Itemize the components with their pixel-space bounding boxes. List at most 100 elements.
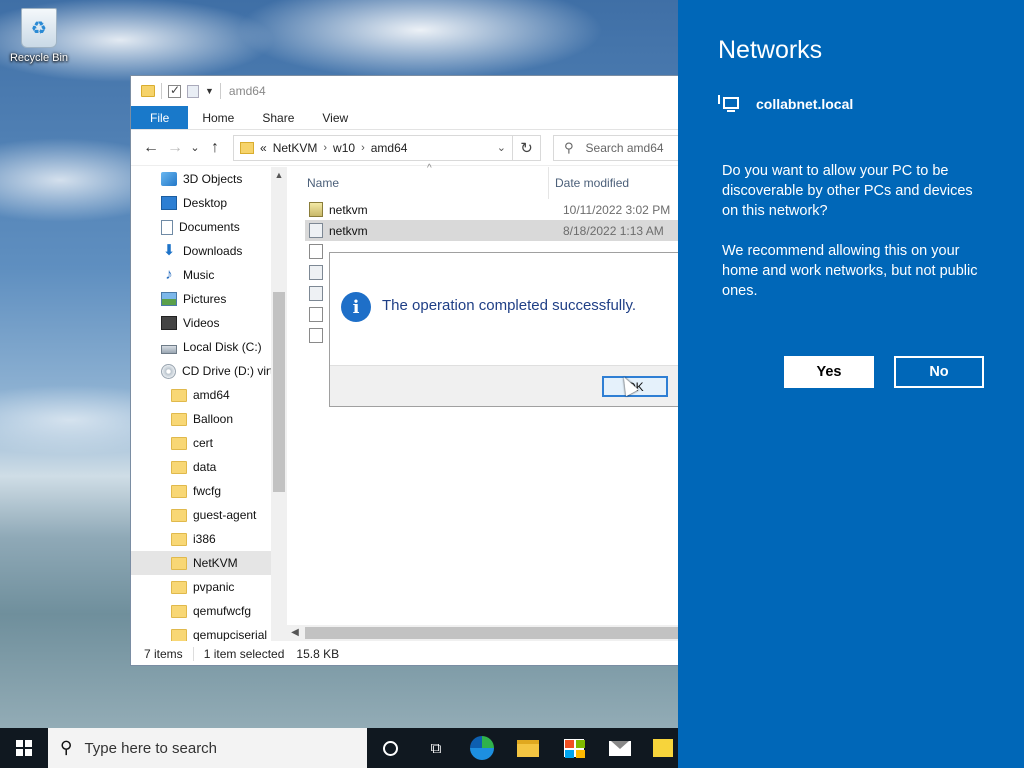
tab-share[interactable]: Share — [248, 106, 308, 129]
dialog-message: The operation completed successfully. — [382, 297, 637, 314]
cortana-button[interactable] — [367, 728, 413, 768]
folder-icon — [240, 141, 254, 154]
nav-item-desktop[interactable]: Desktop — [131, 191, 287, 215]
nav-folder-cert[interactable]: cert — [131, 431, 287, 455]
nav-folder-label: fwcfg — [193, 484, 222, 498]
nav-folder-pvpanic[interactable]: pvpanic — [131, 575, 287, 599]
customize-toolbar-icon[interactable]: ▼ — [205, 86, 214, 96]
breadcrumb-netkvm[interactable]: NetKVM — [273, 141, 318, 155]
network-entry: collabnet.local — [718, 95, 853, 113]
nav-folder-fwcfg[interactable]: fwcfg — [131, 479, 287, 503]
folder-icon — [171, 436, 187, 450]
file-icon — [309, 244, 323, 259]
nav-folder-label: pvpanic — [193, 580, 235, 594]
scrollbar-thumb[interactable] — [305, 627, 678, 639]
task-view-button[interactable]: ⧉ — [413, 728, 459, 768]
start-button[interactable] — [0, 728, 48, 768]
breadcrumb-overflow[interactable]: « — [260, 141, 267, 155]
mail-button[interactable] — [597, 728, 643, 768]
folder-icon — [171, 508, 187, 522]
discoverable-question: Do you want to allow your PC to be disco… — [722, 163, 973, 219]
refresh-button[interactable]: ↻ — [513, 134, 541, 161]
chevron-right-icon[interactable]: › — [323, 142, 327, 154]
scrollbar-thumb[interactable] — [273, 292, 285, 492]
folder-icon — [171, 604, 187, 618]
nav-folder-amd64[interactable]: amd64 — [131, 383, 287, 407]
networks-flyout: Networks collabnet.local Do you want to … — [678, 0, 1024, 768]
nav-item-downloads[interactable]: ⬇ Downloads — [131, 239, 287, 263]
nav-folder-label: NetKVM — [193, 556, 238, 570]
nav-folder-i386[interactable]: i386 — [131, 527, 287, 551]
chevron-up-icon[interactable]: ▲ — [271, 167, 287, 183]
recycle-bin-label: Recycle Bin — [9, 52, 69, 64]
nav-folder-balloon[interactable]: Balloon — [131, 407, 287, 431]
nav-folder-label: data — [193, 460, 217, 474]
nav-folder-netkvm[interactable]: NetKVM — [131, 551, 287, 575]
tab-file[interactable]: File — [131, 106, 189, 129]
store-button[interactable] — [551, 728, 597, 768]
navigation-pane: 3D Objects Desktop Documents ⬇ Downloads … — [131, 167, 287, 641]
recent-locations-button[interactable]: ⌄ — [187, 136, 203, 160]
folder-icon — [171, 412, 187, 426]
new-folder-icon[interactable] — [187, 84, 199, 98]
taskbar-search-box[interactable]: ⚲ Type here to search — [48, 728, 367, 768]
folder-icon — [171, 580, 187, 594]
nav-folder-label: amd64 — [193, 388, 230, 402]
column-name[interactable]: Name — [287, 176, 548, 190]
arrow-right-icon: → — [167, 138, 183, 156]
search-input[interactable]: ⚲ Search amd64 — [553, 134, 678, 161]
nav-item-cd-drive[interactable]: CD Drive (D:) virt — [131, 359, 287, 383]
nav-item-label: Videos — [183, 316, 220, 330]
local-disk-icon — [161, 344, 177, 354]
ribbon-tabs: File Home Share View — [131, 106, 678, 130]
forward-button[interactable]: → — [163, 136, 187, 160]
documents-icon — [161, 219, 173, 235]
sticky-notes-button[interactable] — [643, 728, 673, 768]
file-row[interactable]: netkvm 10/11/2022 3:02 PM — [305, 199, 678, 220]
mail-icon — [609, 740, 631, 756]
file-row-selected[interactable]: netkvm 8/18/2022 1:13 AM — [305, 220, 678, 241]
tab-view[interactable]: View — [308, 106, 362, 129]
nav-folder-qemupciserial[interactable]: qemupciserial — [131, 623, 287, 641]
horizontal-scrollbar[interactable]: ◀ — [287, 625, 678, 641]
nav-folder-guest-agent[interactable]: guest-agent — [131, 503, 287, 527]
tab-home[interactable]: Home — [188, 106, 248, 129]
chevron-right-icon[interactable]: › — [361, 142, 365, 154]
discoverable-recommendation: We recommend allowing this on your home … — [722, 243, 978, 299]
nav-item-videos[interactable]: Videos — [131, 311, 287, 335]
nav-item-documents[interactable]: Documents — [131, 215, 287, 239]
nav-scrollbar[interactable]: ▲ — [271, 167, 287, 641]
sort-ascending-icon: ^ — [427, 163, 432, 174]
up-button[interactable]: ↑ — [203, 136, 227, 160]
nav-item-3d-objects[interactable]: 3D Objects — [131, 167, 287, 191]
chevron-down-icon[interactable]: ⌄ — [497, 141, 506, 154]
settings-file-icon — [309, 265, 323, 280]
nav-item-label: Pictures — [183, 292, 227, 306]
network-name: collabnet.local — [756, 96, 854, 112]
nav-folder-data[interactable]: data — [131, 455, 287, 479]
edge-button[interactable] — [459, 728, 505, 768]
nav-item-label: Downloads — [183, 244, 243, 258]
toolbar-divider — [219, 83, 221, 99]
yes-button[interactable]: Yes — [784, 356, 874, 388]
windows-logo-icon — [16, 740, 32, 756]
nav-item-pictures[interactable]: Pictures — [131, 287, 287, 311]
chevron-left-icon[interactable]: ◀ — [287, 625, 303, 641]
back-button[interactable]: ← — [139, 136, 163, 160]
flyout-title: Networks — [718, 36, 823, 64]
file-icon — [309, 307, 323, 322]
nav-item-music[interactable]: ♪ Music — [131, 263, 287, 287]
nav-folder-qemufwcfg[interactable]: qemufwcfg — [131, 599, 287, 623]
breadcrumb-amd64[interactable]: amd64 — [371, 141, 408, 155]
properties-icon[interactable] — [168, 83, 181, 98]
nav-item-local-disk[interactable]: Local Disk (C:) — [131, 335, 287, 359]
column-date-modified[interactable]: Date modified — [548, 167, 629, 199]
arrow-left-icon: ← — [143, 138, 159, 156]
recycle-bin-icon — [21, 8, 57, 48]
recycle-bin-shortcut[interactable]: Recycle Bin — [6, 8, 72, 64]
3d-objects-icon — [161, 172, 177, 186]
breadcrumb-w10[interactable]: w10 — [333, 141, 355, 155]
file-explorer-button[interactable] — [505, 728, 551, 768]
no-button[interactable]: No — [894, 356, 984, 388]
address-bar[interactable]: « NetKVM › w10 › amd64 ⌄ — [233, 134, 513, 161]
